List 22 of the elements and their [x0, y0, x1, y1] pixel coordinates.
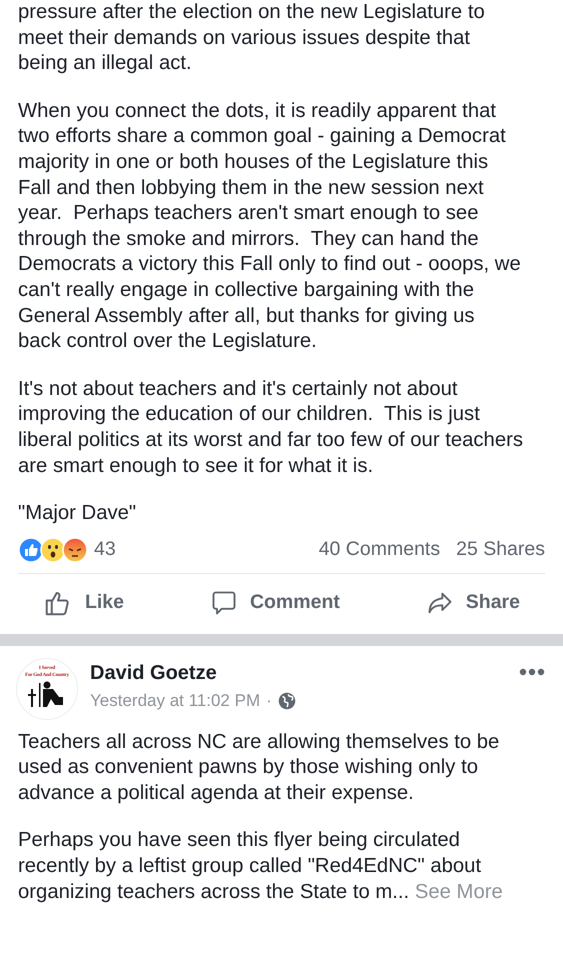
post-paragraph: pressure after the election on the new Legislature to meet their demands on various issues despite that being an illegal act.	[18, 0, 486, 76]
shares-count[interactable]: 25 Shares	[456, 538, 545, 562]
see-more-link[interactable]: See More	[414, 880, 503, 903]
angry-face-icon	[62, 536, 88, 563]
comments-count[interactable]: 40 Comments	[318, 538, 440, 562]
like-reaction-icon	[18, 536, 44, 563]
comment-button[interactable]: Comment	[204, 584, 346, 622]
post-time[interactable]: Yesterday at 11:02 PM	[90, 690, 260, 711]
post-paragraph: When you connect the dots, it is readily apparent that two efforts share a common goal - gaining a Democrat majority in one or both houses of the Legislature this Fall and then lobbying them in the new session next year. Perhaps teachers aren't smart enough to see through the smoke and mirrors. They can hand the Democrats a victory this Fall only to find out - ooops, we can't really engage in collective bargaining with the General Assembly after all, but thanks for giving us back control over the Legislature.	[18, 98, 522, 354]
reaction-count[interactable]: 43	[94, 538, 116, 562]
post-paragraph: "Major Dave"	[18, 501, 138, 526]
speech-bubble-icon	[210, 588, 238, 617]
globe-icon	[278, 692, 296, 710]
post-paragraph: Teachers all across NC are allowing themselves to be used as convenient pawns by those wishing only to advance a political agenda at their expense.	[18, 730, 500, 806]
post-paragraph: It's not about teachers and it's certainly not about improving the education of our children. This is just liberal politics at its worst and far too few of our teachers are smart enough to see it for what it is.	[18, 376, 523, 478]
share-button[interactable]: Share	[420, 584, 526, 622]
post-paragraph: Perhaps you have seen this flyer being circulated recently by a leftist group called "Red4EdNC" about organizing teachers across the State to m... See More	[18, 828, 504, 905]
surprised-face-icon	[40, 536, 66, 563]
more-options-icon[interactable]	[519, 668, 545, 676]
separator-dot: ·	[266, 690, 272, 711]
like-button[interactable]: Like	[36, 584, 130, 622]
author-name[interactable]: David Goetze	[90, 662, 519, 685]
